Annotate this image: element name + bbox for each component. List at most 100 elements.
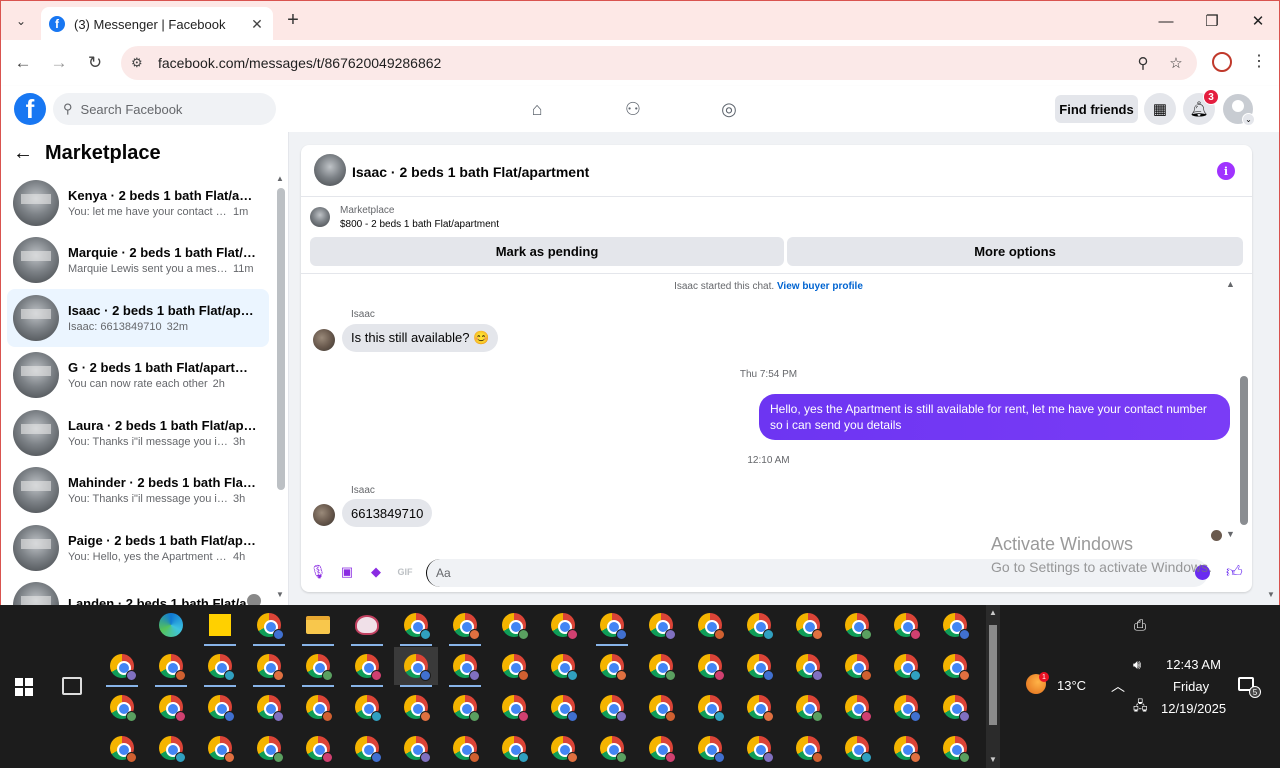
sender-avatar[interactable] <box>313 504 335 526</box>
chrome-window-icon[interactable] <box>296 647 340 687</box>
chrome-window-icon[interactable] <box>492 606 536 644</box>
chrome-menu-icon[interactable]: ⋮ <box>1251 51 1267 71</box>
chrome-window-icon[interactable] <box>786 606 830 644</box>
chrome-window-icon[interactable] <box>541 729 585 767</box>
chrome-window-icon[interactable] <box>100 729 144 767</box>
forward-arrow-icon[interactable]: → <box>47 51 71 75</box>
taskbar-scroll-down-icon[interactable]: ▼ <box>989 755 997 764</box>
listing-price[interactable]: $800 - 2 beds 1 bath Flat/apartment <box>340 219 499 230</box>
chrome-window-icon[interactable] <box>247 606 291 646</box>
taskbar-scroll-thumb[interactable] <box>989 625 997 725</box>
conversation-item[interactable]: Landen · 2 beds 1 bath Flat/a... <box>7 577 269 605</box>
chrome-window-icon[interactable] <box>394 606 438 646</box>
chrome-window-icon[interactable] <box>198 729 242 767</box>
chrome-window-icon[interactable] <box>541 688 585 726</box>
incoming-message[interactable]: Is this still available? 😊 <box>342 324 499 352</box>
meet-now-icon[interactable]: ⎙ <box>1134 617 1146 634</box>
chrome-window-icon[interactable] <box>541 606 585 644</box>
home-icon[interactable]: ⌂ <box>526 98 548 120</box>
windows-start-icon[interactable] <box>15 678 33 696</box>
chrome-window-icon[interactable] <box>345 729 389 767</box>
chrome-window-icon[interactable] <box>394 729 438 767</box>
clock-day[interactable]: Friday <box>1173 679 1209 694</box>
chrome-window-icon[interactable] <box>590 647 634 685</box>
chrome-window-icon[interactable] <box>737 729 781 767</box>
chrome-window-icon[interactable] <box>492 647 536 685</box>
chrome-window-icon[interactable] <box>688 688 732 726</box>
scroll-up-arrow-icon[interactable]: ▲ <box>276 174 284 183</box>
chrome-window-icon[interactable] <box>835 606 879 644</box>
chrome-window-icon[interactable] <box>149 688 193 726</box>
account-chevron-icon[interactable]: ⌄ <box>1242 113 1255 126</box>
chrome-window-icon[interactable] <box>737 647 781 685</box>
zoom-icon[interactable]: ⚲ <box>1131 54 1155 72</box>
conversation-item[interactable]: Paige · 2 beds 1 bath Flat/apart... You: … <box>7 519 269 577</box>
chrome-window-icon[interactable] <box>492 729 536 767</box>
clock-time[interactable]: 12:43 AM <box>1166 657 1221 672</box>
outgoing-message[interactable]: Hello, yes the Apartment is still availa… <box>759 394 1230 440</box>
chrome-window-icon[interactable] <box>247 688 291 726</box>
bookmark-star-icon[interactable]: ☆ <box>1164 54 1188 72</box>
chrome-window-icon[interactable] <box>443 688 487 726</box>
address-bar[interactable]: ⚙ facebook.com/messages/t/86762004928686… <box>121 46 1197 80</box>
chrome-window-icon[interactable] <box>884 606 928 644</box>
thumbs-up-icon[interactable]: 👍︎ <box>1226 563 1243 582</box>
browser-tab-messenger[interactable]: f (3) Messenger | Facebook ✕ <box>41 7 273 41</box>
new-tab-button[interactable]: + <box>283 10 303 30</box>
sidebar-scrollbar[interactable] <box>277 188 285 490</box>
chrome-window-icon[interactable] <box>198 647 242 687</box>
taskbar-scrollbar[interactable]: ▲ ▼ <box>986 605 1000 768</box>
chrome-window-icon[interactable] <box>296 688 340 726</box>
chrome-window-icon[interactable] <box>443 606 487 646</box>
chrome-window-icon[interactable] <box>590 729 634 767</box>
chrome-window-icon[interactable] <box>786 688 830 726</box>
chrome-window-icon[interactable] <box>884 647 928 685</box>
chrome-window-icon[interactable] <box>639 606 683 644</box>
chrome-window-icon[interactable] <box>933 606 977 644</box>
chrome-window-icon[interactable] <box>835 688 879 726</box>
chrome-window-icon[interactable] <box>100 688 144 726</box>
chrome-window-icon[interactable] <box>688 729 732 767</box>
chrome-window-icon[interactable] <box>247 729 291 767</box>
photo-icon[interactable]: ▣ <box>339 564 355 580</box>
info-icon[interactable]: i <box>1217 162 1235 180</box>
back-arrow-icon[interactable]: ← <box>13 142 33 165</box>
chrome-window-icon[interactable] <box>247 647 291 687</box>
chrome-window-icon[interactable] <box>639 729 683 767</box>
edge-icon[interactable] <box>149 606 193 644</box>
chrome-window-icon[interactable] <box>394 647 438 687</box>
clock-date[interactable]: 12/19/2025 <box>1161 701 1226 716</box>
microphone-icon[interactable]: 🎙︎ <box>310 564 327 580</box>
tab-search-chevron-icon[interactable]: ⌄ <box>9 9 33 33</box>
chrome-window-icon[interactable] <box>198 688 242 726</box>
chrome-window-icon[interactable] <box>933 729 977 767</box>
more-options-button[interactable]: More options <box>787 237 1243 266</box>
chrome-window-icon[interactable] <box>737 606 781 644</box>
facebook-logo[interactable]: f <box>14 93 46 125</box>
site-info-icon[interactable]: ⚙ <box>131 55 149 71</box>
conversation-item[interactable]: Marquie · 2 beds 1 bath Flat/ap... Marqui… <box>7 232 269 290</box>
chrome-window-icon[interactable] <box>688 647 732 685</box>
chrome-window-icon[interactable] <box>345 688 389 726</box>
maximize-button[interactable]: ❐ <box>1197 9 1227 33</box>
chrome-window-icon[interactable] <box>492 688 536 726</box>
snipping-tool-icon[interactable] <box>345 606 389 646</box>
mark-as-pending-button[interactable]: Mark as pending <box>310 237 784 266</box>
chrome-profile-icon[interactable] <box>1212 52 1232 72</box>
chrome-window-icon[interactable] <box>296 729 340 767</box>
chrome-window-icon[interactable] <box>884 729 928 767</box>
task-view-icon[interactable] <box>62 677 82 695</box>
find-friends-button[interactable]: Find friends <box>1055 95 1138 123</box>
volume-icon[interactable]: 🔊︎ <box>1133 657 1141 673</box>
facebook-search-input[interactable]: ⚲ Search Facebook <box>53 93 276 125</box>
chrome-window-icon[interactable] <box>688 606 732 644</box>
chrome-window-icon[interactable] <box>100 647 144 687</box>
chat-scroll-down-arrow-icon[interactable]: ▼ <box>1226 529 1235 539</box>
chrome-window-icon[interactable] <box>639 688 683 726</box>
chrome-window-icon[interactable] <box>345 647 389 687</box>
reload-icon[interactable]: ↻ <box>83 51 107 75</box>
close-window-button[interactable]: ✕ <box>1243 9 1273 33</box>
tray-chevron-up-icon[interactable]: ︿ <box>1111 676 1125 696</box>
chrome-window-icon[interactable] <box>149 729 193 767</box>
url-text[interactable]: facebook.com/messages/t/867620049286862 <box>158 55 1131 71</box>
